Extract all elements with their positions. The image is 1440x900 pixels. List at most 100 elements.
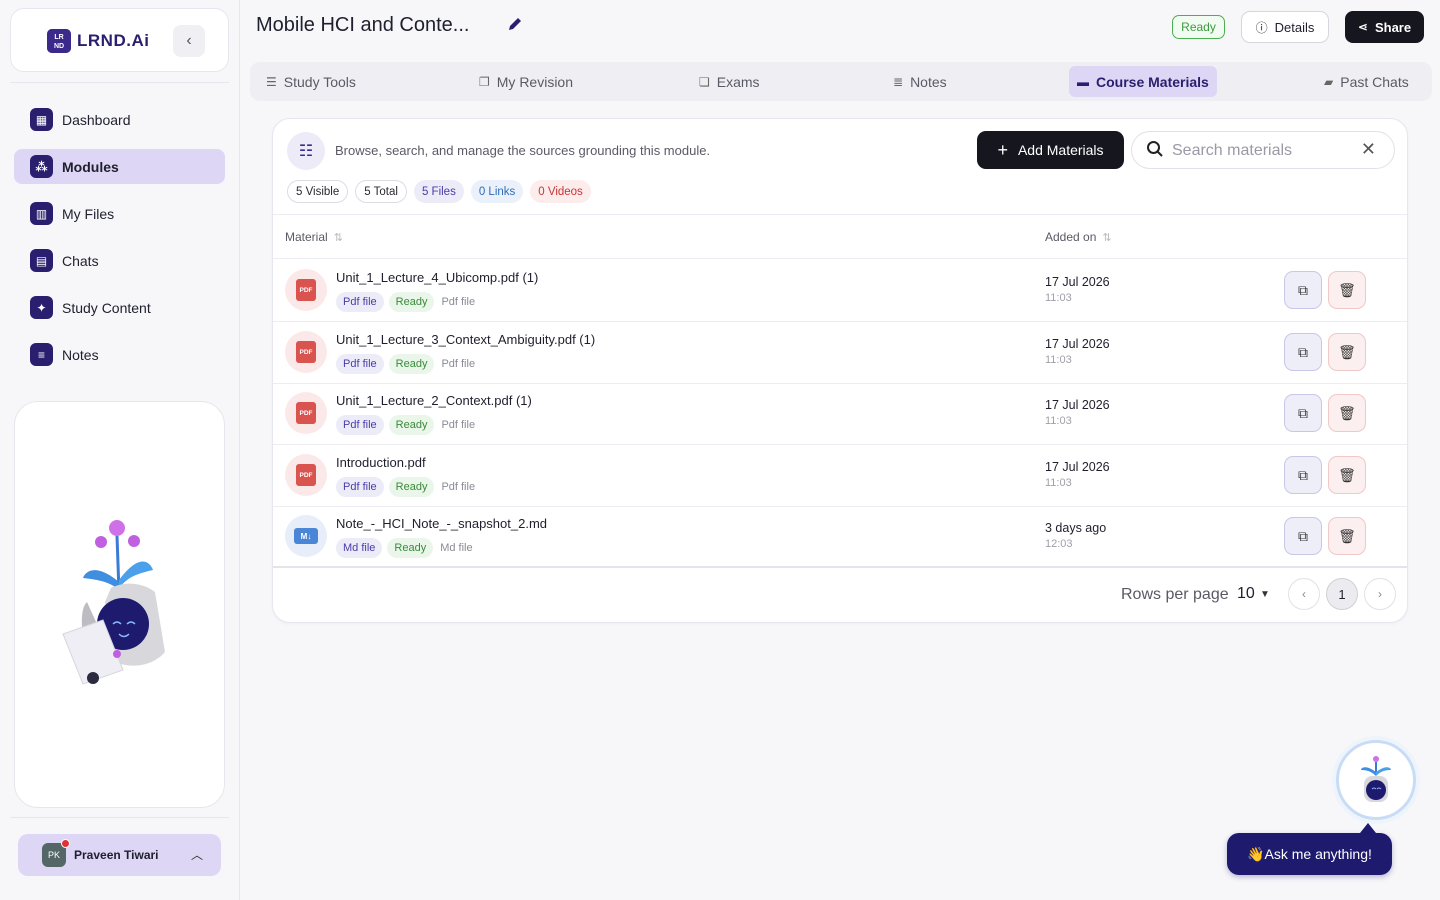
pdf-file-icon: PDF (285, 454, 327, 496)
status-badge: Ready (388, 415, 435, 435)
plus-icon: + (997, 139, 1008, 160)
user-name: Praveen Tiwari (74, 848, 159, 862)
mascot-icon (1361, 756, 1391, 802)
file-type-tag: Pdf file (336, 292, 384, 312)
avatar-initials: PK (47, 850, 60, 860)
table-row[interactable]: PDF Unit_1_Lecture_3_Context_Ambiguity.p… (273, 322, 1407, 384)
mascot-illustration-card (14, 401, 225, 808)
videos-count-badge[interactable]: 0 Videos (530, 180, 591, 203)
tab-exams[interactable]: ❏ Exams (691, 66, 768, 97)
tab-past-chats[interactable]: ▰ Past Chats (1316, 66, 1417, 97)
sidebar-item-study-content[interactable]: ✦ Study Content (14, 290, 225, 325)
module-tabs: ☰ Study Tools ❐ My Revision ❏ Exams ≣ No… (250, 62, 1432, 101)
sort-icon: ⇅ (1102, 232, 1112, 244)
tab-label: My Revision (496, 73, 574, 90)
status-badge: Ready (1172, 15, 1225, 39)
add-materials-label: Add Materials (1017, 142, 1104, 158)
user-menu[interactable]: PK Praveen Tiwari ︿ (18, 834, 221, 876)
share-button[interactable]: ⋖ Share (1345, 11, 1424, 43)
table-footer: Rows per page 10 ▼ ‹ 1 › (273, 566, 1407, 623)
sidebar: LR ND LRND.Ai ‹ ▦ Dashboard ⁂ Modules ▥ M… (0, 0, 240, 900)
sort-icon: ⇅ (333, 232, 343, 244)
markdown-file-icon: M↓ (285, 515, 327, 557)
delete-button[interactable]: 🗑 (1328, 333, 1366, 371)
sidebar-item-notes[interactable]: ≡ Notes (14, 337, 225, 372)
open-external-button[interactable]: ⧉ (1284, 333, 1322, 371)
table-header: Material ⇅ Added on ⇅ (273, 215, 1407, 259)
details-button[interactable]: ⓘ Details (1241, 11, 1329, 43)
trash-icon: 🗑 (1338, 404, 1356, 421)
tab-course-materials[interactable]: ▬ Course Materials (1069, 66, 1217, 97)
table-row[interactable]: PDF Unit_1_Lecture_2_Context.pdf (1) Pdf… (273, 383, 1407, 445)
info-icon: ⓘ (1255, 20, 1268, 35)
table-row[interactable]: PDF Introduction.pdf Pdf file Ready Pdf … (273, 445, 1407, 507)
table-row[interactable]: PDF Unit_1_Lecture_4_Ubicomp.pdf (1) Pdf… (273, 260, 1407, 322)
file-subtype: Md file (440, 542, 473, 554)
added-time: 12:03 (1045, 538, 1073, 550)
menu-icon: ☰ (266, 74, 277, 89)
open-external-button[interactable]: ⧉ (1284, 517, 1322, 555)
sidebar-item-modules[interactable]: ⁂ Modules (14, 149, 225, 184)
tab-study-tools[interactable]: ☰ Study Tools (258, 66, 364, 97)
sidebar-item-my-files[interactable]: ▥ My Files (14, 196, 225, 231)
trash-icon: 🗑 (1338, 281, 1356, 298)
open-external-button[interactable]: ⧉ (1284, 456, 1322, 494)
delete-button[interactable]: 🗑 (1328, 456, 1366, 494)
links-count-badge[interactable]: 0 Links (470, 180, 524, 203)
tab-label: Notes (910, 73, 947, 90)
open-external-button[interactable]: ⧉ (1284, 394, 1322, 432)
assistant-avatar-button[interactable] (1336, 740, 1416, 820)
delete-button[interactable]: 🗑 (1328, 271, 1366, 309)
file-type-tag: Pdf file (336, 477, 384, 497)
collapse-sidebar-button[interactable]: ‹ (173, 25, 205, 57)
pdf-file-icon: PDF (285, 269, 327, 311)
files-count-badge[interactable]: 5 Files (413, 180, 464, 203)
search-input[interactable] (1172, 138, 1352, 164)
chat-icon: ▤ (30, 249, 53, 272)
open-external-button[interactable]: ⧉ (1284, 271, 1322, 309)
delete-button[interactable]: 🗑 (1328, 394, 1366, 432)
svg-text:ND: ND (54, 43, 64, 50)
status-badge: Ready (388, 477, 435, 497)
next-page-button[interactable]: › (1364, 578, 1396, 610)
tab-my-revision[interactable]: ❐ My Revision (471, 66, 581, 97)
tab-notes[interactable]: ≣ Notes (885, 66, 955, 97)
file-subtype: Pdf file (441, 296, 476, 308)
sidebar-item-chats[interactable]: ▤ Chats (14, 243, 225, 278)
added-date: 3 days ago (1045, 521, 1107, 535)
status-badge: Ready (387, 538, 434, 558)
pdf-file-icon: PDF (285, 331, 327, 373)
sidebar-item-label: Modules (62, 158, 119, 175)
close-icon[interactable]: ✕ (1361, 139, 1376, 160)
external-link-icon: ⧉ (1298, 527, 1308, 544)
column-header-added-on[interactable]: Added on ⇅ (1045, 230, 1112, 244)
rows-per-page-select[interactable]: 10 (1237, 585, 1255, 603)
visible-count-badge: 5 Visible (287, 180, 349, 203)
details-label: Details (1274, 19, 1315, 35)
tooltip-arrow (1360, 823, 1376, 833)
prev-page-button[interactable]: ‹ (1288, 578, 1320, 610)
revision-icon: ❐ (479, 74, 490, 89)
added-date: 17 Jul 2026 (1045, 460, 1110, 474)
notes-icon: ≡ (30, 343, 53, 366)
file-name: Unit_1_Lecture_3_Context_Ambiguity.pdf (… (336, 332, 596, 347)
sidebar-nav: ▦ Dashboard ⁂ Modules ▥ My Files ▤ Chats… (14, 102, 225, 384)
tab-label: Exams (716, 73, 760, 90)
file-type-tag: Pdf file (336, 354, 384, 374)
delete-button[interactable]: 🗑 (1328, 517, 1366, 555)
ask-assistant-button[interactable]: 👋Ask me anything! (1227, 833, 1392, 875)
sidebar-item-label: Notes (62, 346, 99, 363)
table-row[interactable]: M↓ Note_-_HCI_Note_-_snapshot_2.md Md fi… (273, 506, 1407, 568)
page-number-button[interactable]: 1 (1326, 578, 1358, 610)
external-link-icon: ⧉ (1298, 343, 1308, 360)
search-box: ✕ (1131, 131, 1395, 169)
column-header-material[interactable]: Material ⇅ (285, 230, 343, 244)
mascot-illustration (62, 520, 165, 685)
status-badge: Ready (388, 292, 435, 312)
caret-down-icon[interactable]: ▼ (1260, 589, 1270, 600)
add-materials-button[interactable]: + Add Materials (977, 131, 1124, 169)
added-time: 11:03 (1045, 292, 1072, 304)
sidebar-item-dashboard[interactable]: ▦ Dashboard (14, 102, 225, 137)
exams-icon: ❏ (699, 74, 710, 89)
edit-title-icon[interactable] (507, 16, 527, 36)
